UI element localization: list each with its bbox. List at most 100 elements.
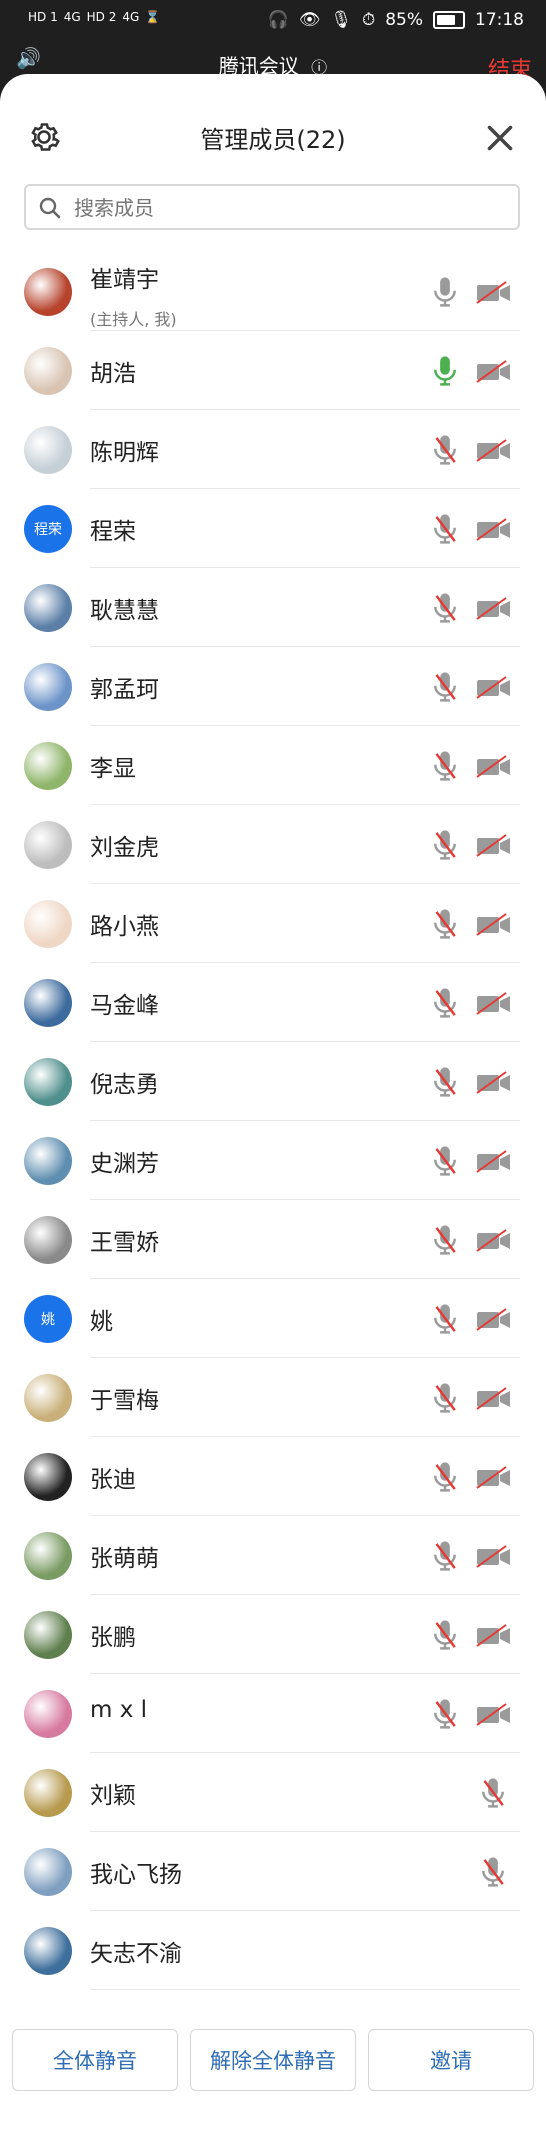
microphone-muted-icon[interactable]: [430, 749, 460, 783]
microphone-muted-icon[interactable]: [430, 1223, 460, 1257]
battery-percent: 85%: [385, 10, 423, 30]
microphone-muted-icon[interactable]: [430, 828, 460, 862]
avatar: [24, 900, 72, 948]
camera-off-icon[interactable]: [474, 1148, 514, 1176]
member-row[interactable]: 陈明辉: [24, 410, 520, 489]
member-row[interactable]: 姚姚: [24, 1279, 520, 1358]
member-row[interactable]: 崔靖宇 (主持人, 我): [24, 252, 520, 331]
member-role: (主持人, 我): [90, 310, 177, 329]
microphone-muted-icon[interactable]: [430, 1144, 460, 1178]
member-row[interactable]: 张迪: [24, 1437, 520, 1516]
member-name: 刘金虎: [90, 835, 159, 861]
member-name: 张迪: [90, 1467, 136, 1493]
avatar: [24, 584, 72, 632]
microphone-muted-icon[interactable]: [430, 591, 460, 625]
close-icon[interactable]: [482, 120, 518, 156]
member-row[interactable]: 耿慧慧: [24, 568, 520, 647]
camera-off-icon[interactable]: [474, 279, 514, 307]
member-row[interactable]: m x l: [24, 1674, 520, 1753]
microphone-icon[interactable]: [430, 275, 460, 309]
camera-off-icon[interactable]: [474, 437, 514, 465]
camera-off-icon[interactable]: [474, 1464, 514, 1492]
camera-off-icon[interactable]: [474, 1701, 514, 1729]
member-row[interactable]: 胡浩: [24, 331, 520, 410]
camera-off-icon[interactable]: [474, 674, 514, 702]
member-name: 程荣: [90, 519, 136, 545]
member-row[interactable]: 史渊芳: [24, 1121, 520, 1200]
member-row[interactable]: 矢志不渝: [24, 1911, 520, 1990]
camera-off-icon[interactable]: [474, 911, 514, 939]
microphone-muted-icon[interactable]: [430, 1460, 460, 1494]
microphone-muted-icon[interactable]: [430, 907, 460, 941]
search-bar[interactable]: [24, 184, 520, 230]
member-name: 姚: [90, 1309, 113, 1335]
invite-button[interactable]: 邀请: [368, 2029, 534, 2091]
avatar: [24, 1769, 72, 1817]
camera-off-icon[interactable]: [474, 1385, 514, 1413]
member-name: 郭孟珂: [90, 677, 159, 703]
network-type-2: 4G: [122, 10, 140, 24]
member-row[interactable]: 倪志勇: [24, 1042, 520, 1121]
status-right: 🎧 👁 🎙 ⏱ 85% 17:18: [268, 10, 524, 30]
unmute-all-button[interactable]: 解除全体静音: [190, 2029, 356, 2091]
camera-off-icon[interactable]: [474, 1622, 514, 1650]
mute-all-button[interactable]: 全体静音: [12, 2029, 178, 2091]
camera-off-icon[interactable]: [474, 1069, 514, 1097]
microphone-muted-icon[interactable]: [430, 986, 460, 1020]
member-name: 张萌萌: [90, 1546, 159, 1572]
avatar-initials: 姚: [41, 1312, 55, 1328]
member-row[interactable]: 马金峰: [24, 963, 520, 1042]
member-row[interactable]: 我心飞扬: [24, 1832, 520, 1911]
microphone-muted-icon[interactable]: [430, 1065, 460, 1099]
camera-off-icon[interactable]: [474, 1543, 514, 1571]
microphone-muted-icon[interactable]: [430, 1381, 460, 1415]
member-row[interactable]: 刘金虎: [24, 805, 520, 884]
microphone-icon[interactable]: [430, 354, 460, 388]
avatar: [24, 1690, 72, 1738]
member-row[interactable]: 张萌萌: [24, 1516, 520, 1595]
clock: 17:18: [475, 10, 524, 30]
camera-off-icon[interactable]: [474, 595, 514, 623]
member-name: 王雪娇: [90, 1230, 159, 1256]
member-name: 刘颖: [90, 1783, 136, 1809]
manage-members-sheet: 管理成员(22) 崔靖宇 (主持人, 我) 胡浩 陈明辉: [0, 74, 546, 2133]
member-name: 崔靖宇: [90, 267, 159, 293]
avatar: [24, 1137, 72, 1185]
member-row[interactable]: 刘颖: [24, 1753, 520, 1832]
member-row[interactable]: 张鹏: [24, 1595, 520, 1674]
microphone-muted-icon[interactable]: [430, 1302, 460, 1336]
microphone-muted-icon[interactable]: [430, 433, 460, 467]
member-name: 史渊芳: [90, 1151, 159, 1177]
member-row[interactable]: 郭孟珂: [24, 647, 520, 726]
camera-off-icon[interactable]: [474, 1306, 514, 1334]
microphone-muted-icon[interactable]: [430, 1539, 460, 1573]
microphone-muted-icon[interactable]: [430, 1697, 460, 1731]
microphone-muted-icon[interactable]: [478, 1776, 508, 1810]
member-name: m x l: [90, 1697, 148, 1723]
member-name: 李显: [90, 756, 136, 782]
member-row[interactable]: 王雪娇: [24, 1200, 520, 1279]
member-name: 陈明辉: [90, 440, 159, 466]
microphone-muted-icon[interactable]: [430, 1618, 460, 1652]
camera-off-icon[interactable]: [474, 358, 514, 386]
speed-icon: ⏱: [361, 10, 376, 30]
member-name: 张鹏: [90, 1625, 136, 1651]
camera-off-icon[interactable]: [474, 832, 514, 860]
microphone-muted-icon[interactable]: [478, 1855, 508, 1889]
member-name: 倪志勇: [90, 1072, 159, 1098]
camera-off-icon[interactable]: [474, 990, 514, 1018]
member-row[interactable]: 于雪梅: [24, 1358, 520, 1437]
camera-off-icon[interactable]: [474, 1227, 514, 1255]
avatar: [24, 1216, 72, 1264]
microphone-muted-icon[interactable]: [430, 670, 460, 704]
search-input[interactable]: [72, 192, 496, 224]
member-row[interactable]: 李显: [24, 726, 520, 805]
member-row[interactable]: 程荣 程荣: [24, 489, 520, 568]
avatar: [24, 821, 72, 869]
camera-off-icon[interactable]: [474, 516, 514, 544]
member-row[interactable]: 路小燕: [24, 884, 520, 963]
eye-icon: 👁: [298, 10, 321, 30]
battery-icon: [433, 11, 465, 29]
camera-off-icon[interactable]: [474, 753, 514, 781]
microphone-muted-icon[interactable]: [430, 512, 460, 546]
